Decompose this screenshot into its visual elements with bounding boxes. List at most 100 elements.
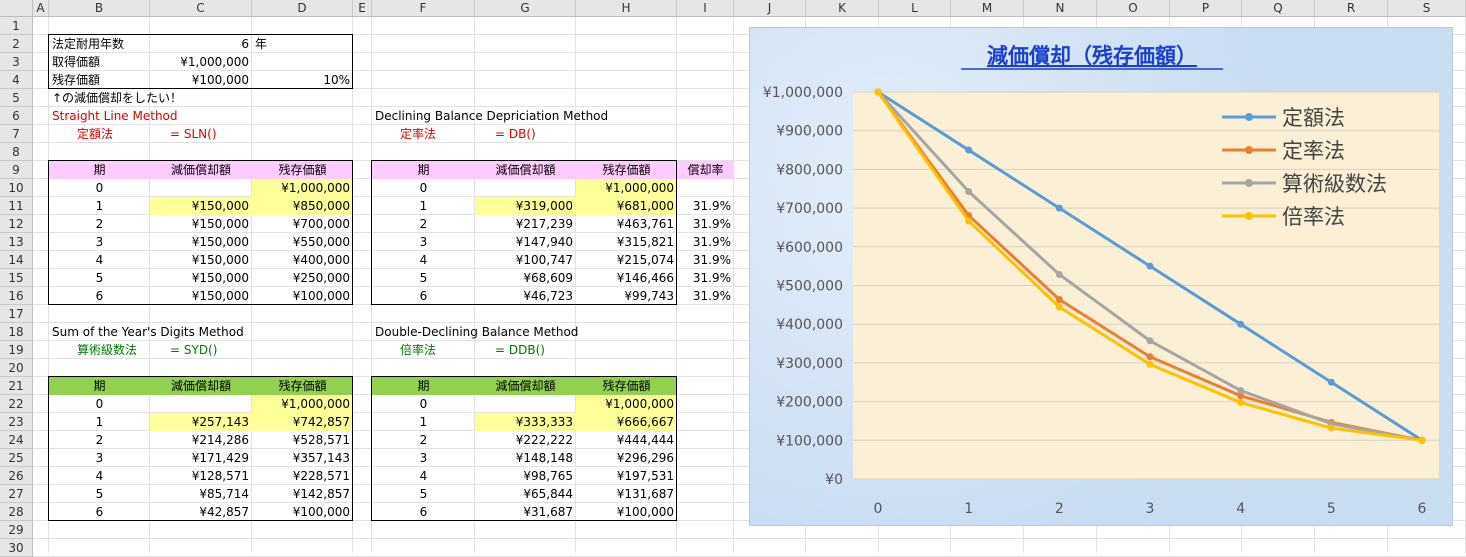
row-header-10[interactable]: 10 (0, 179, 33, 197)
sln-cell[interactable]: ¥1,000,000 (252, 179, 353, 197)
syd-header-1[interactable]: 減価償却額 (150, 377, 252, 395)
ddb-cell[interactable]: ¥1,000,000 (576, 395, 677, 413)
row-header-4[interactable]: 4 (0, 71, 33, 89)
ddb-cell[interactable]: ¥197,531 (576, 467, 677, 485)
ddb-cell[interactable]: 2 (372, 431, 475, 449)
row-header-1[interactable]: 1 (0, 17, 33, 35)
sln-cell[interactable]: ¥400,000 (252, 251, 353, 269)
row-header-15[interactable]: 15 (0, 269, 33, 287)
ddb-name[interactable]: 倍率法 (372, 341, 475, 359)
db-cell[interactable]: 0 (372, 179, 475, 197)
syd-cell[interactable]: ¥357,143 (252, 449, 353, 467)
ddb-cell[interactable]: 0 (372, 395, 475, 413)
db-header-1[interactable]: 減価償却額 (475, 161, 576, 179)
db-cell[interactable]: 2 (372, 215, 475, 233)
series-point-3[interactable] (874, 88, 882, 96)
syd-cell[interactable]: 4 (49, 467, 150, 485)
column-header-d[interactable]: D (252, 0, 353, 17)
sln-cell[interactable]: 0 (49, 179, 150, 197)
ddb-cell[interactable] (475, 395, 576, 413)
db-header-0[interactable]: 期 (372, 161, 475, 179)
row-header-24[interactable]: 24 (0, 431, 33, 449)
column-header-l[interactable]: L (879, 0, 951, 17)
sln-header-1[interactable]: 減価償却額 (150, 161, 252, 179)
db-cell[interactable]: 3 (372, 233, 475, 251)
db-cell[interactable]: ¥1,000,000 (576, 179, 677, 197)
sln-name[interactable]: 定額法 (49, 125, 150, 143)
syd-cell[interactable]: ¥142,857 (252, 485, 353, 503)
syd-cell[interactable]: 6 (49, 503, 150, 521)
column-header-r[interactable]: R (1315, 0, 1388, 17)
db-cell[interactable]: 6 (372, 287, 475, 305)
ddb-cell[interactable]: ¥31,687 (475, 503, 576, 521)
series-point-2[interactable] (1055, 270, 1063, 278)
db-cell[interactable]: ¥215,074 (576, 251, 677, 269)
ddb-cell[interactable]: ¥444,444 (576, 431, 677, 449)
db-cell[interactable]: ¥681,000 (576, 197, 677, 215)
param-salvage-pct[interactable]: 10% (252, 71, 353, 89)
ddb-cell[interactable]: ¥296,296 (576, 449, 677, 467)
db-cell[interactable]: 1 (372, 197, 475, 215)
syd-cell[interactable]: ¥742,857 (252, 413, 353, 431)
row-header-8[interactable]: 8 (0, 143, 33, 161)
ddb-cell[interactable]: ¥131,687 (576, 485, 677, 503)
ddb-cell[interactable]: ¥148,148 (475, 449, 576, 467)
series-point-0[interactable] (965, 146, 973, 154)
series-point-3[interactable] (1237, 399, 1245, 407)
row-header-20[interactable]: 20 (0, 359, 33, 377)
column-header-a[interactable]: A (33, 0, 49, 17)
db-cell[interactable]: ¥315,821 (576, 233, 677, 251)
sln-cell[interactable] (150, 179, 252, 197)
syd-cell[interactable]: ¥85,714 (150, 485, 252, 503)
series-point-2[interactable] (1146, 337, 1154, 345)
param-life-unit[interactable]: 年 (252, 35, 353, 53)
row-header-16[interactable]: 16 (0, 287, 33, 305)
sln-cell[interactable]: ¥150,000 (150, 287, 252, 305)
syd-cell[interactable]: ¥528,571 (252, 431, 353, 449)
series-point-3[interactable] (1055, 303, 1063, 311)
row-header-11[interactable]: 11 (0, 197, 33, 215)
db-cell[interactable]: ¥146,466 (576, 269, 677, 287)
sln-header-0[interactable]: 期 (49, 161, 150, 179)
row-header-30[interactable]: 30 (0, 539, 33, 557)
db-header-2[interactable]: 残存価額 (576, 161, 677, 179)
column-header-n[interactable]: N (1024, 0, 1097, 17)
series-point-2[interactable] (965, 188, 973, 196)
sln-cell[interactable]: ¥250,000 (252, 269, 353, 287)
column-header-k[interactable]: K (806, 0, 879, 17)
param-salvage-value[interactable]: ¥100,000 (150, 71, 252, 89)
ddb-cell[interactable]: ¥100,000 (576, 503, 677, 521)
db-header-3[interactable]: 償却率 (677, 161, 734, 179)
sln-cell[interactable]: 2 (49, 215, 150, 233)
db-cell[interactable]: ¥217,239 (475, 215, 576, 233)
sln-cell[interactable]: ¥150,000 (150, 197, 252, 215)
syd-cell[interactable] (150, 395, 252, 413)
db-cell[interactable]: 31.9% (677, 215, 734, 233)
row-header-2[interactable]: 2 (0, 35, 33, 53)
db-title[interactable]: Declining Balance Depriciation Method (372, 107, 677, 125)
note-text[interactable]: ↑の減価償却をしたい！ (49, 89, 353, 107)
series-point-0[interactable] (1327, 378, 1335, 386)
row-header-22[interactable]: 22 (0, 395, 33, 413)
column-header-j[interactable]: J (734, 0, 806, 17)
series-point-3[interactable] (1327, 424, 1335, 432)
row-header-27[interactable]: 27 (0, 485, 33, 503)
row-header-17[interactable]: 17 (0, 305, 33, 323)
ddb-header-1[interactable]: 減価償却額 (475, 377, 576, 395)
syd-cell[interactable]: 2 (49, 431, 150, 449)
sln-cell[interactable]: 1 (49, 197, 150, 215)
column-header-f[interactable]: F (372, 0, 475, 17)
series-point-3[interactable] (1146, 360, 1154, 368)
column-header-e[interactable]: E (353, 0, 372, 17)
column-header-m[interactable]: M (951, 0, 1024, 17)
db-cell[interactable]: 31.9% (677, 287, 734, 305)
select-all-corner[interactable] (0, 0, 33, 17)
row-header-5[interactable]: 5 (0, 89, 33, 107)
sln-cell[interactable]: ¥100,000 (252, 287, 353, 305)
syd-header-2[interactable]: 残存価額 (252, 377, 353, 395)
depreciation-chart[interactable]: 減価償却（残存価額） ¥0 ¥100,000 ¥200,000 ¥300,000 ¥400… (749, 27, 1453, 526)
db-cell[interactable]: ¥100,747 (475, 251, 576, 269)
ddb-cell[interactable]: 3 (372, 449, 475, 467)
param-life-label[interactable]: 法定耐用年数 (49, 35, 150, 53)
db-cell[interactable]: 31.9% (677, 251, 734, 269)
